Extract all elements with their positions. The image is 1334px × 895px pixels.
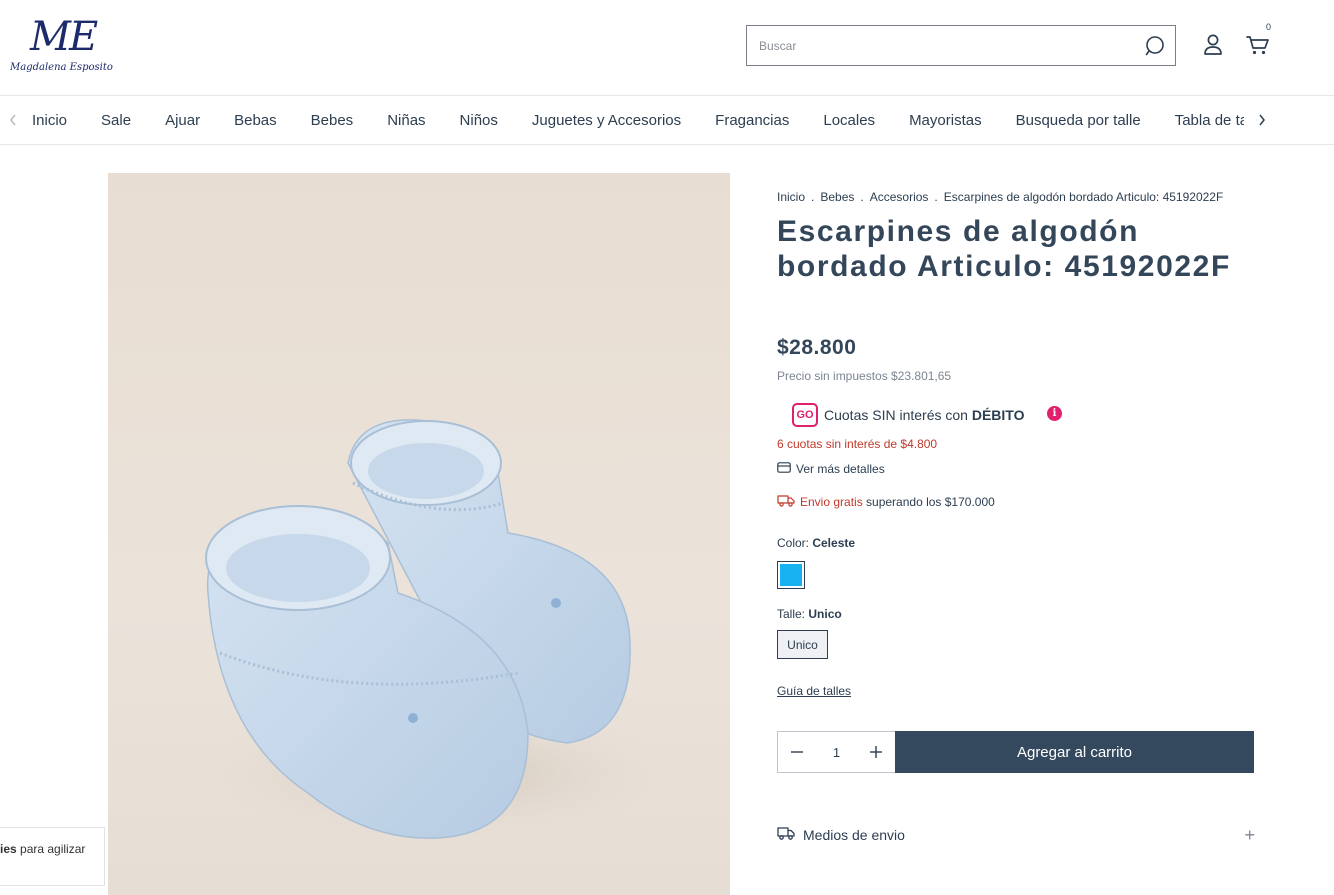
nav-item-ajuar[interactable]: Ajuar: [165, 112, 200, 129]
brand-logo[interactable]: ME Magdalena Esposito: [8, 14, 126, 80]
cookie-banner[interactable]: ies para agilizar: [0, 827, 105, 886]
info-icon[interactable]: i: [1047, 406, 1062, 421]
shipping-methods-label: Medios de envio: [803, 827, 905, 843]
credit-card-icon: [777, 462, 791, 476]
increase-quantity-button[interactable]: [857, 732, 895, 772]
nav-item-inicio[interactable]: Inicio: [32, 112, 67, 129]
truck-icon: [777, 494, 795, 510]
free-shipping-label: Envio gratis: [800, 495, 863, 509]
installments-detail: 6 cuotas sin interés de $4.800: [777, 437, 938, 451]
expand-plus-icon[interactable]: +: [1244, 825, 1255, 846]
nav-item-juguetes[interactable]: Juguetes y Accesorios: [532, 112, 681, 129]
nav-item-ninas[interactable]: Niñas: [387, 112, 425, 129]
user-icon[interactable]: [1200, 32, 1226, 58]
add-to-cart-button[interactable]: Agregar al carrito: [895, 731, 1254, 773]
nav-item-ninos[interactable]: Niños: [460, 112, 498, 129]
free-shipping-info: Envio gratis superando los $170.000: [777, 494, 995, 510]
ver-mas-label: Ver más detalles: [796, 462, 885, 476]
breadcrumb: Inicio. Bebes. Accesorios. Escarpines de al…: [777, 190, 1223, 204]
size-label: Talle: Unico: [777, 607, 842, 621]
main-nav: Inicio Sale Ajuar Bebas Bebes Niñas Niño…: [0, 96, 1334, 145]
go-payment-logo: GO: [792, 403, 818, 427]
breadcrumb-inicio[interactable]: Inicio: [777, 190, 805, 204]
breadcrumb-current: Escarpines de algodón bordado Articulo: …: [943, 190, 1224, 204]
logo-text: Magdalena Esposito: [10, 62, 113, 73]
breadcrumb-separator: .: [860, 190, 864, 204]
installments-promo-bold: DÉBITO: [971, 407, 1025, 423]
search-input[interactable]: [747, 26, 1127, 65]
baby-booties-illustration: [188, 419, 688, 843]
nav-item-sale[interactable]: Sale: [101, 112, 131, 129]
nav-item-tabla-talles[interactable]: Tabla de talles: [1175, 112, 1244, 129]
breadcrumb-accesorios[interactable]: Accesorios: [870, 190, 929, 204]
size-option-unico[interactable]: Unico: [777, 630, 828, 659]
size-label-prefix: Talle:: [777, 607, 809, 621]
nav-item-bebes[interactable]: Bebes: [311, 112, 354, 129]
size-value: Unico: [808, 607, 842, 621]
decrease-quantity-button[interactable]: [778, 732, 816, 772]
nav-item-bebas[interactable]: Bebas: [234, 112, 277, 129]
nav-item-locales[interactable]: Locales: [823, 112, 875, 129]
shipping-truck-icon: [777, 826, 795, 845]
search-icon[interactable]: [1143, 34, 1167, 58]
nav-scroll-right-icon[interactable]: [1253, 108, 1271, 132]
ver-mas-detalles-link[interactable]: Ver más detalles: [777, 462, 885, 476]
cookie-bold-text: ies: [0, 842, 17, 856]
installments-promo: Cuotas SIN interés con DÉBITO: [824, 407, 1025, 423]
price-without-tax: Precio sin impuestos $23.801,65: [777, 369, 952, 383]
color-label-prefix: Color:: [777, 536, 813, 550]
product-price: $28.800: [777, 336, 857, 359]
cookie-text: para agilizar: [16, 842, 86, 856]
breadcrumb-separator: .: [934, 190, 938, 204]
nav-item-mayoristas[interactable]: Mayoristas: [909, 112, 982, 129]
size-guide-link[interactable]: Guía de talles: [777, 684, 851, 698]
installments-promo-text: Cuotas SIN interés con: [824, 407, 972, 423]
color-value: Celeste: [812, 536, 856, 550]
product-image[interactable]: [108, 173, 730, 895]
nav-items: Inicio Sale Ajuar Bebas Bebes Niñas Niño…: [32, 96, 1244, 144]
color-label: Color: Celeste: [777, 536, 855, 550]
quantity-stepper: [777, 731, 896, 773]
breadcrumb-separator: .: [811, 190, 815, 204]
nav-item-busqueda-talle[interactable]: Busqueda por talle: [1016, 112, 1141, 129]
nav-scroll-left-icon[interactable]: [4, 108, 22, 132]
search-box: [746, 25, 1176, 66]
shipping-methods-accordion[interactable]: Medios de envio +: [777, 818, 1257, 852]
site-header: ME Magdalena Esposito 0: [0, 0, 1334, 96]
cart-icon[interactable]: [1244, 32, 1272, 58]
breadcrumb-bebes[interactable]: Bebes: [820, 190, 854, 204]
free-shipping-threshold: superando los $170.000: [862, 495, 995, 509]
nav-item-fragancias[interactable]: Fragancias: [715, 112, 789, 129]
cart-count-badge: 0: [1266, 22, 1272, 32]
logo-mark: ME: [30, 14, 98, 60]
color-swatch-celeste[interactable]: [777, 561, 805, 589]
quantity-input[interactable]: [816, 732, 857, 772]
swatch-fill: [780, 564, 802, 586]
product-title: Escarpines de algodón bordado Articulo: …: [777, 215, 1231, 283]
